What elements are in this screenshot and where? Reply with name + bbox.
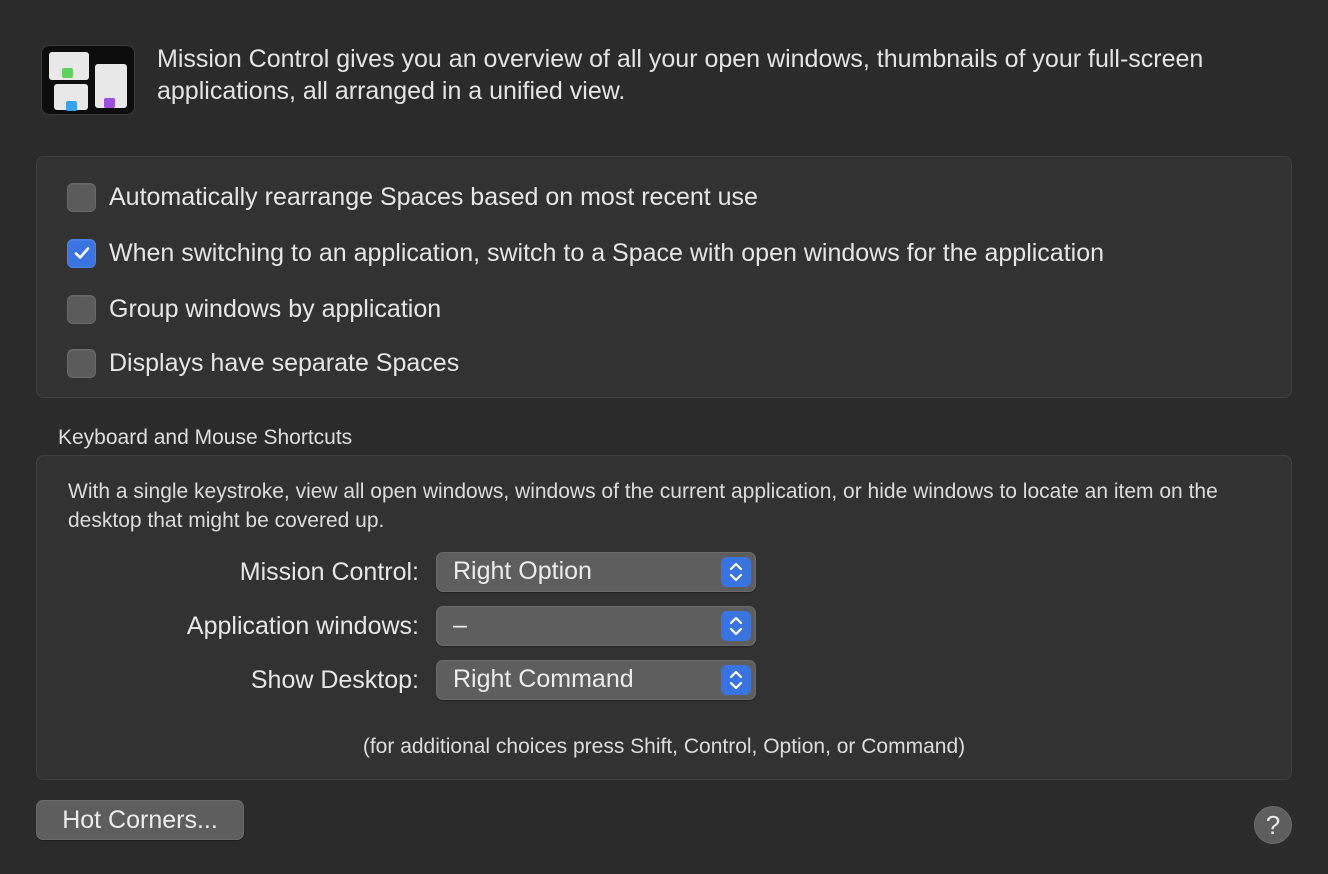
mission-control-popup[interactable]: Right Option	[436, 552, 756, 592]
checkbox[interactable]	[67, 348, 96, 378]
up-down-chevron-icon	[721, 557, 751, 587]
section-title: Keyboard and Mouse Shortcuts	[58, 426, 353, 449]
shortcut-label: Show Desktop:	[250, 666, 419, 694]
mission-control-preferences: Mission Control gives you an overview of…	[0, 0, 1328, 874]
intro-text: Mission Control gives you an overview of…	[157, 45, 1204, 105]
question-mark-icon: ?	[1265, 809, 1281, 840]
popup-value: –	[453, 611, 467, 639]
up-down-chevron-icon	[721, 665, 751, 695]
checkmark-icon	[74, 247, 89, 259]
checkbox[interactable]	[67, 182, 96, 212]
show-desktop-popup[interactable]: Right Command	[436, 660, 756, 700]
shortcut-row-mission-control: Mission Control: Right Option	[0, 552, 800, 592]
option-label: Displays have separate Spaces	[109, 348, 460, 377]
shortcut-row-application-windows: Application windows: –	[0, 606, 800, 646]
up-down-chevron-icon	[721, 611, 751, 641]
shortcut-label: Mission Control:	[239, 558, 419, 586]
option-group-windows[interactable]: Group windows by application	[67, 294, 441, 324]
shortcuts-description: With a single keystroke, view all open w…	[68, 480, 1218, 532]
hot-corners-button[interactable]: Hot Corners...	[36, 800, 244, 840]
help-button[interactable]: ?	[1254, 806, 1292, 844]
mission-control-icon	[41, 45, 135, 115]
popup-value: Right Command	[453, 665, 634, 693]
shortcut-row-show-desktop: Show Desktop: Right Command	[0, 660, 800, 700]
option-label: Automatically rearrange Spaces based on …	[109, 182, 758, 211]
shortcuts-hint: (for additional choices press Shift, Con…	[362, 735, 966, 758]
option-label: Group windows by application	[109, 294, 442, 323]
popup-value: Right Option	[453, 557, 592, 585]
shortcut-label: Application windows:	[186, 612, 419, 640]
option-separate-spaces[interactable]: Displays have separate Spaces	[67, 348, 459, 378]
checkbox[interactable]	[67, 238, 96, 268]
option-auto-rearrange-spaces[interactable]: Automatically rearrange Spaces based on …	[67, 182, 758, 212]
option-switch-to-space[interactable]: When switching to an application, switch…	[67, 238, 1104, 268]
application-windows-popup[interactable]: –	[436, 606, 756, 646]
checkbox[interactable]	[67, 294, 96, 324]
option-label: When switching to an application, switch…	[109, 238, 1105, 267]
